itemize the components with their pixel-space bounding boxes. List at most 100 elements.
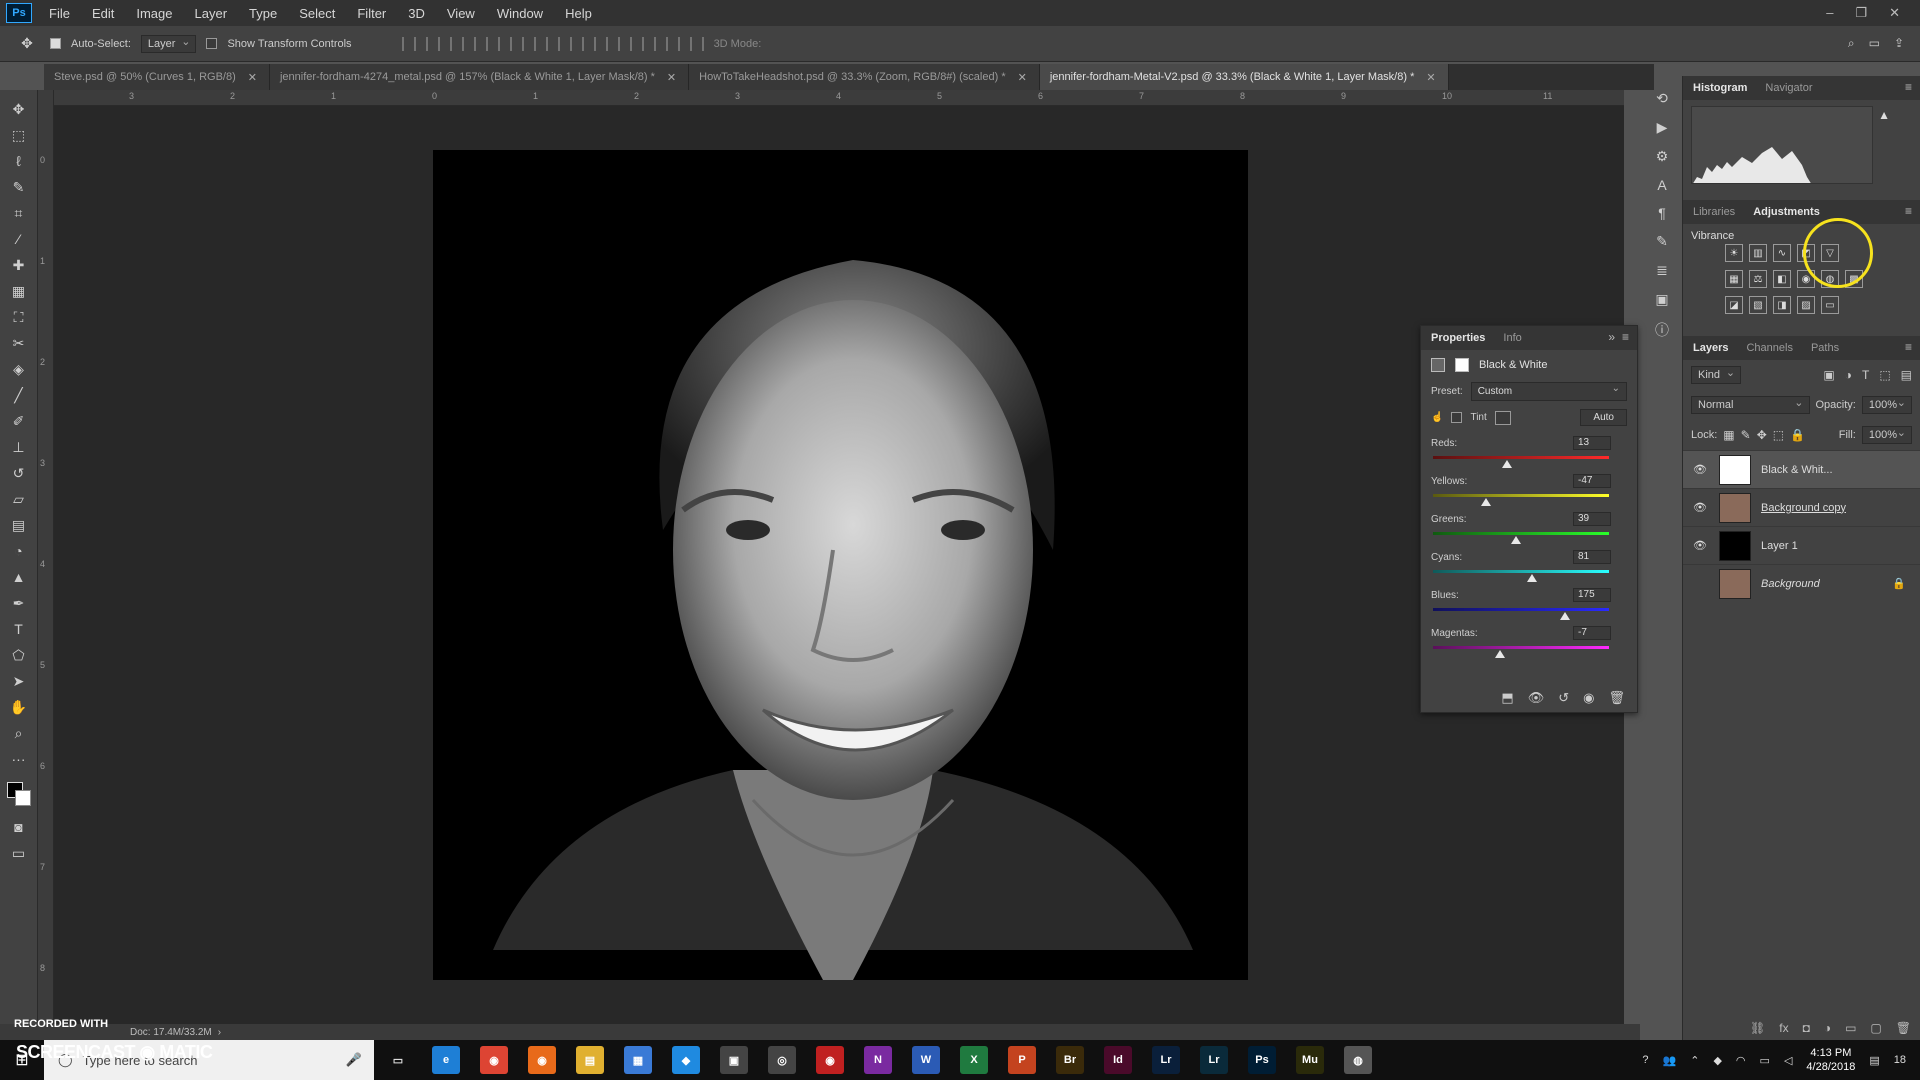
align-left-icon[interactable] <box>473 36 488 51</box>
layer-name[interactable]: Layer 1 <box>1761 540 1798 552</box>
pen-icon[interactable]: ✒ <box>6 590 32 616</box>
brush-icon[interactable]: ✐ <box>6 408 32 434</box>
menu-help[interactable]: Help <box>554 6 603 21</box>
pencil-icon[interactable]: ╱ <box>6 382 32 408</box>
distribute-left-icon[interactable] <box>617 36 632 51</box>
invert-icon[interactable]: ◪ <box>1725 296 1743 314</box>
hand-icon[interactable]: ✋ <box>6 694 32 720</box>
selective-color-icon[interactable]: ▭ <box>1821 296 1839 314</box>
patch-icon[interactable]: ▦ <box>6 278 32 304</box>
layer-name[interactable]: Background copy <box>1761 502 1846 514</box>
link-layers-icon[interactable]: ⛓ <box>1750 1021 1765 1035</box>
distribute-bottom-icon[interactable] <box>593 36 608 51</box>
show-transform-checkbox[interactable] <box>206 38 218 49</box>
toggle-visibility-icon[interactable]: ◉ <box>1583 690 1594 706</box>
status-menu-icon[interactable]: › <box>218 1027 221 1038</box>
taskbar-app-icon[interactable]: X <box>960 1046 988 1074</box>
align-vcenter-icon[interactable] <box>425 36 440 51</box>
slider-track[interactable] <box>1433 494 1609 497</box>
tab-histogram[interactable]: Histogram <box>1693 82 1747 94</box>
restore-icon[interactable]: ❐ <box>1855 5 1867 21</box>
close-tab-icon[interactable]: ✕ <box>1018 71 1027 84</box>
layer-row[interactable]: 👁 Layer 1 <box>1683 526 1920 564</box>
show-hidden-icon[interactable]: ⌃ <box>1690 1054 1699 1067</box>
properties-icon[interactable]: ▣ <box>1655 291 1668 308</box>
menu-image[interactable]: Image <box>125 6 183 21</box>
new-adjustment-icon[interactable]: ◑ <box>1824 1021 1831 1035</box>
brightness-icon[interactable]: ☀ <box>1725 244 1743 262</box>
distribute-hcenter-icon[interactable] <box>641 36 656 51</box>
delete-adjustment-icon[interactable]: 🗑 <box>1608 690 1625 706</box>
lock-transparent-icon[interactable]: ▦ <box>1723 428 1734 442</box>
panel-menu-icon[interactable]: ≡ <box>1905 80 1912 94</box>
portrait-image[interactable] <box>433 150 1248 980</box>
filter-shape-icon[interactable]: ⬚ <box>1879 368 1890 382</box>
menu-type[interactable]: Type <box>238 6 288 21</box>
tab-libraries[interactable]: Libraries <box>1693 206 1735 218</box>
layer-thumbnail[interactable] <box>1719 492 1751 523</box>
layer-lock-icon[interactable]: 🔒 <box>1892 577 1906 590</box>
preset-dropdown[interactable]: Custom <box>1470 382 1627 401</box>
slider-value-input[interactable]: 175 <box>1573 588 1611 602</box>
notifications-icon[interactable]: ▤ <box>1869 1054 1879 1067</box>
threshold-icon[interactable]: ◨ <box>1773 296 1791 314</box>
taskbar-app-icon[interactable]: ▦ <box>624 1046 652 1074</box>
crop-icon[interactable]: ⌗ <box>6 200 32 226</box>
black-white-icon[interactable]: ◧ <box>1773 270 1791 288</box>
auto-align-icon[interactable] <box>689 36 704 51</box>
minimize-icon[interactable]: – <box>1826 5 1833 21</box>
lock-artboard-icon[interactable]: ⬚ <box>1773 428 1784 442</box>
slider-track[interactable] <box>1433 646 1609 649</box>
menu-3d[interactable]: 3D <box>397 6 436 21</box>
taskbar-app-icon[interactable]: Lr <box>1200 1046 1228 1074</box>
taskbar-app-icon[interactable]: ◆ <box>672 1046 700 1074</box>
dropbox-tray-icon[interactable]: ◆ <box>1713 1054 1721 1067</box>
clock[interactable]: 4:13 PM 4/28/2018 <box>1806 1046 1855 1074</box>
fx-icon[interactable]: fx <box>1779 1021 1788 1035</box>
posterize-icon[interactable]: ▧ <box>1749 296 1767 314</box>
lock-pixels-icon[interactable]: ✎ <box>1741 428 1751 442</box>
levels-icon[interactable]: ▥ <box>1749 244 1767 262</box>
auto-select-checkbox[interactable] <box>50 38 61 49</box>
history-brush-icon[interactable]: ↺ <box>6 460 32 486</box>
quick-select-icon[interactable]: ✎ <box>6 174 32 200</box>
close-tab-icon[interactable]: ✕ <box>667 71 676 84</box>
color-balance-icon[interactable]: ⚖ <box>1749 270 1767 288</box>
filter-adjustment-icon[interactable]: ◑ <box>1845 368 1852 382</box>
tint-color-swatch[interactable] <box>1494 410 1511 425</box>
mask-icon[interactable] <box>1455 358 1469 372</box>
panel-menu-icon[interactable]: ≡ <box>1622 330 1629 344</box>
workspace-icon[interactable]: ▭ <box>1869 36 1880 51</box>
search-icon[interactable]: ⌕ <box>1848 36 1855 51</box>
slider-value-input[interactable]: 39 <box>1573 512 1611 526</box>
slider-value-input[interactable]: 81 <box>1573 550 1611 564</box>
taskbar-app-icon[interactable]: ◍ <box>1344 1046 1372 1074</box>
layer-kind-filter[interactable]: Kind <box>1691 366 1742 384</box>
lock-position-icon[interactable]: ✥ <box>1757 428 1767 442</box>
align-right-icon[interactable] <box>521 36 536 51</box>
actions-icon[interactable]: ▶ <box>1657 119 1668 136</box>
document-tab[interactable]: jennifer-fordham-4274_metal.psd @ 157% (… <box>269 64 690 90</box>
slider-track[interactable] <box>1433 532 1609 535</box>
zoom-icon[interactable]: ⌕ <box>6 720 32 746</box>
help-icon[interactable]: ? <box>1642 1054 1648 1066</box>
layer-row[interactable]: 👁 Black & Whit... <box>1683 450 1920 488</box>
slider-value-input[interactable]: -47 <box>1573 474 1611 488</box>
scissors-icon[interactable]: ✂ <box>6 330 32 356</box>
path-select-icon[interactable]: ⬠ <box>6 642 32 668</box>
taskbar-app-icon[interactable]: N <box>864 1046 892 1074</box>
layer-thumbnail[interactable] <box>1719 530 1751 561</box>
task-view-icon[interactable]: ▭ <box>384 1046 412 1074</box>
healing-brush-icon[interactable]: ✚ <box>6 252 32 278</box>
tab-navigator[interactable]: Navigator <box>1765 82 1812 94</box>
close-tab-icon[interactable]: ✕ <box>1426 71 1435 84</box>
panel-menu-icon[interactable]: ≡ <box>1905 340 1912 354</box>
taskbar-app-icon[interactable]: Ps <box>1248 1046 1276 1074</box>
tint-checkbox[interactable] <box>1451 412 1463 423</box>
close-window-icon[interactable]: ✕ <box>1889 5 1900 21</box>
document-tab[interactable]: HowToTakeHeadshot.psd @ 33.3% (Zoom, RGB… <box>689 64 1040 90</box>
color-swatches[interactable] <box>5 780 33 808</box>
background-color-swatch[interactable] <box>14 790 31 806</box>
layer-row[interactable]: 👁 Background copy <box>1683 488 1920 526</box>
add-mask-icon[interactable]: ◘ <box>1803 1021 1810 1035</box>
